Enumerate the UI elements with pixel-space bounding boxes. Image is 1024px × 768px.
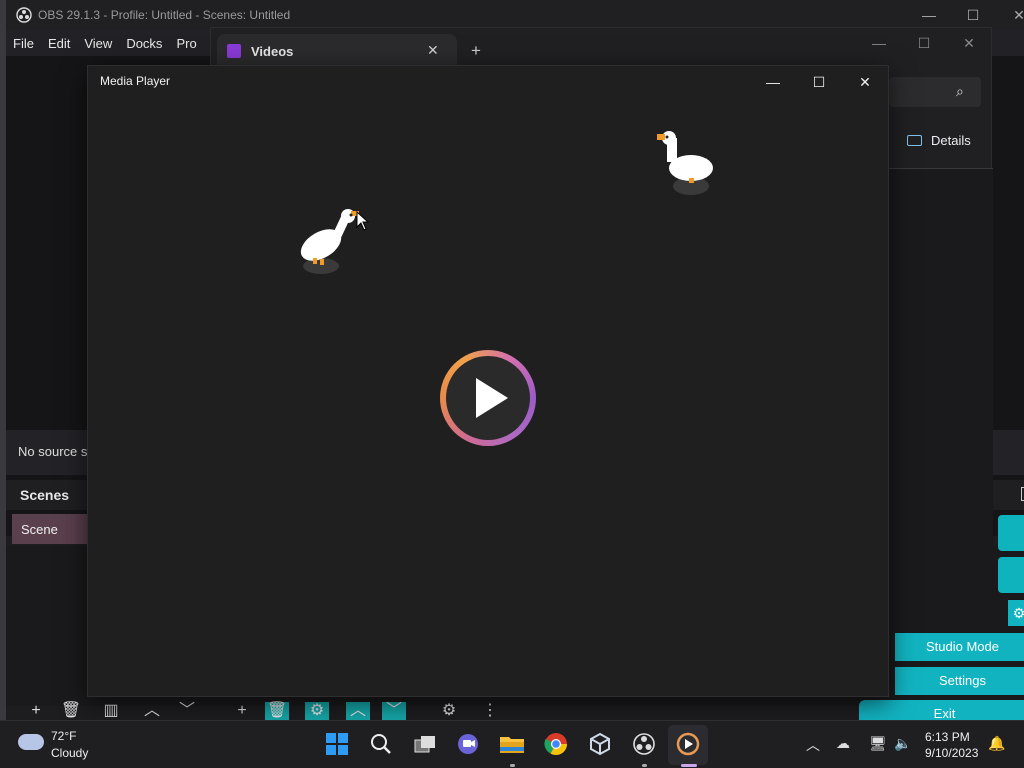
menu-docks[interactable]: Docks bbox=[119, 36, 169, 51]
goose-sprite-2 bbox=[657, 131, 713, 195]
obs-minimize-button[interactable]: — bbox=[906, 0, 952, 30]
obs-studio-icon[interactable] bbox=[631, 731, 657, 757]
clock-date[interactable]: 9/10/2023 bbox=[925, 746, 978, 760]
control-tab-1[interactable] bbox=[998, 515, 1024, 551]
add-source-icon[interactable]: + bbox=[230, 702, 254, 720]
clock-time[interactable]: 6:13 PM bbox=[925, 730, 970, 744]
media-player-maximize-button[interactable]: ☐ bbox=[796, 66, 842, 98]
play-button[interactable] bbox=[440, 350, 536, 446]
onedrive-offline-icon[interactable]: ☁ bbox=[836, 735, 850, 752]
obs-logo-icon bbox=[16, 7, 32, 23]
more-options-icon[interactable]: ⋮ bbox=[478, 702, 502, 720]
media-player-minimize-button[interactable]: — bbox=[750, 66, 796, 98]
file-explorer-icon[interactable] bbox=[499, 731, 525, 757]
videos-tab[interactable]: Videos bbox=[217, 34, 457, 68]
new-tab-icon[interactable]: + bbox=[471, 41, 481, 61]
details-button[interactable]: Details bbox=[907, 133, 971, 148]
remove-source-icon[interactable]: 🗑 bbox=[265, 702, 289, 720]
remove-scene-icon[interactable]: 🗑 bbox=[59, 702, 83, 720]
weather-temperature[interactable]: 72°F bbox=[51, 729, 76, 743]
media-player-title: Media Player bbox=[100, 74, 171, 88]
search-taskbar-icon[interactable] bbox=[368, 731, 394, 757]
network-icon[interactable]: 🖥 bbox=[869, 735, 887, 752]
move-source-up-icon[interactable]: ︿ bbox=[346, 702, 370, 720]
weather-description[interactable]: Cloudy bbox=[51, 746, 88, 760]
menu-profile[interactable]: Pro bbox=[169, 36, 203, 51]
scene-filters-icon[interactable]: ▥ bbox=[99, 702, 123, 720]
mouse-cursor-icon bbox=[356, 211, 370, 231]
media-player-active-indicator bbox=[681, 764, 697, 767]
speaker-muted-icon[interactable]: 🔈 bbox=[894, 735, 911, 752]
settings-button[interactable]: Settings bbox=[895, 667, 1024, 695]
move-source-down-icon[interactable]: ﹀ bbox=[382, 702, 406, 720]
control-tab-2[interactable] bbox=[998, 557, 1024, 593]
start-menu-icon[interactable] bbox=[324, 731, 350, 757]
source-properties-icon[interactable]: ⚙ bbox=[305, 702, 329, 720]
search-icon[interactable]: ⌕ bbox=[956, 83, 964, 100]
play-icon bbox=[476, 378, 508, 418]
add-scene-icon[interactable]: + bbox=[24, 702, 48, 720]
menu-edit[interactable]: Edit bbox=[41, 36, 77, 51]
obs-running-indicator bbox=[642, 764, 647, 767]
task-view-icon[interactable] bbox=[412, 731, 438, 757]
notification-bell-icon[interactable]: 🔔 bbox=[988, 735, 1005, 752]
move-scene-up-icon[interactable]: ︿ bbox=[140, 702, 164, 720]
media-player-window: Media Player — ☐ ✕ bbox=[87, 65, 889, 697]
exit-button[interactable]: Exit bbox=[859, 700, 1024, 720]
videos-search-box[interactable] bbox=[889, 77, 981, 107]
chrome-icon[interactable] bbox=[543, 731, 569, 757]
studio-mode-button[interactable]: Studio Mode bbox=[895, 633, 1024, 661]
media-player-taskbar-icon[interactable] bbox=[675, 731, 701, 757]
videos-maximize-button[interactable]: ☐ bbox=[901, 28, 947, 58]
videos-tab-label: Videos bbox=[251, 43, 294, 59]
obs-close-button[interactable]: ✕ bbox=[996, 0, 1024, 30]
audio-mixer-settings-icon[interactable]: ⚙ bbox=[437, 702, 461, 720]
videos-close-button[interactable]: ✕ bbox=[946, 28, 992, 58]
videos-tab-close-icon[interactable]: ✕ bbox=[427, 42, 439, 59]
move-scene-down-icon[interactable]: ﹀ bbox=[175, 702, 199, 720]
details-pane-icon bbox=[907, 135, 922, 146]
file-explorer-running-indicator bbox=[510, 764, 515, 767]
menu-file[interactable]: File bbox=[6, 36, 41, 51]
video-app-icon bbox=[227, 44, 241, 58]
media-player-close-button[interactable]: ✕ bbox=[842, 66, 888, 98]
details-label: Details bbox=[931, 133, 971, 148]
show-hidden-icons-chevron-icon[interactable]: ︿ bbox=[806, 735, 820, 755]
teams-chat-icon[interactable] bbox=[455, 731, 481, 757]
cloudy-weather-icon[interactable] bbox=[18, 734, 44, 750]
windows-taskbar: 72°F Cloudy ︿ ☁ 🖥 🔈 6:13 PM 9/10/2023 🔔 bbox=[0, 720, 1024, 768]
menu-view[interactable]: View bbox=[77, 36, 119, 51]
obs-window-title: OBS 29.1.3 - Profile: Untitled - Scenes:… bbox=[38, 8, 291, 22]
settings-gear-icon[interactable]: ⚙ bbox=[1008, 600, 1024, 626]
play-button-inner bbox=[446, 356, 530, 440]
virtualbox-icon[interactable] bbox=[587, 731, 613, 757]
videos-details-pane bbox=[889, 169, 993, 618]
obs-titlebar: OBS 29.1.3 - Profile: Untitled - Scenes:… bbox=[6, 0, 1024, 30]
obs-maximize-button[interactable]: ☐ bbox=[950, 0, 996, 30]
videos-minimize-button[interactable]: — bbox=[856, 28, 902, 58]
